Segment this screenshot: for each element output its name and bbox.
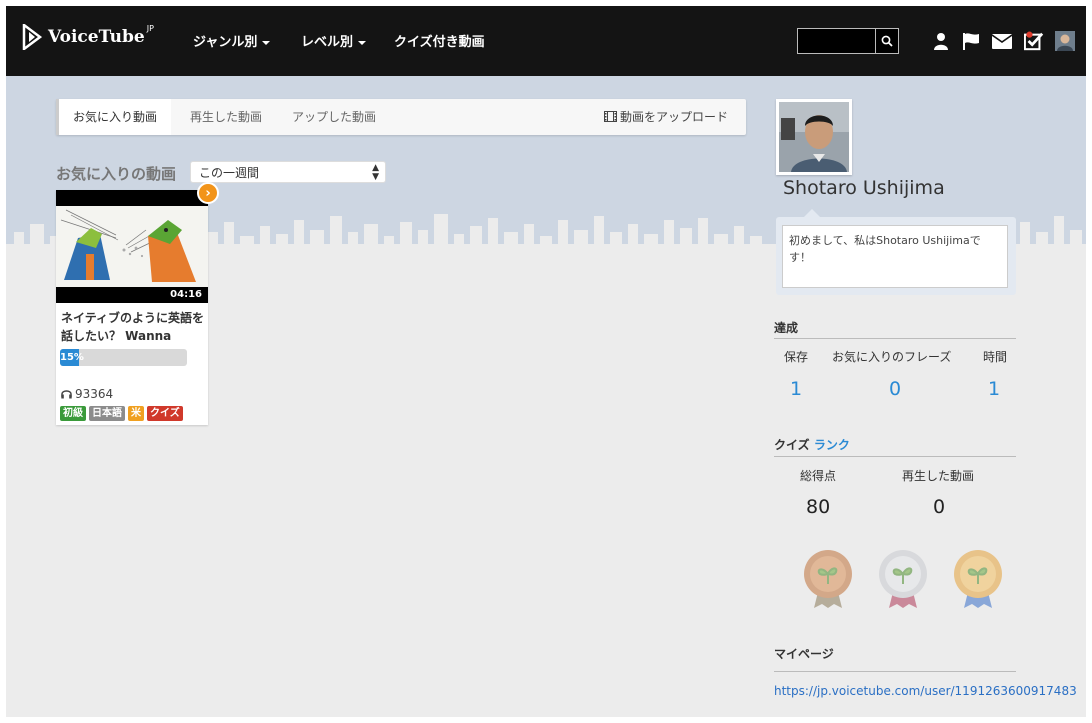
period-select-value: この一週間 [199, 166, 260, 180]
task-check-icon[interactable] [1024, 31, 1044, 51]
profile-bio-box: 初めまして、私はShotaro Ushijimaです！ [776, 209, 1016, 295]
period-select[interactable]: この一週間 ▲ ▼ [190, 161, 386, 183]
stat-saved-value[interactable]: 1 [790, 378, 802, 400]
stat-fav-phrases-label: お気に入りのフレーズ [832, 350, 952, 364]
user-avatar-icon[interactable] [1055, 31, 1075, 51]
tag-subtitle-language[interactable]: 日本語 [89, 406, 125, 421]
quiz-total-score-label: 総得点 [800, 469, 837, 483]
watch-progress-bar: 15% [60, 349, 187, 366]
view-count: 93364 [61, 387, 113, 401]
nav-level-dropdown[interactable]: レベル別 [301, 31, 367, 50]
stat-time-value[interactable]: 1 [988, 378, 1000, 400]
select-arrows-icon: ▲ ▼ [372, 163, 379, 182]
video-duration: 04:16 [170, 289, 202, 300]
video-title[interactable]: ネイティブのように英語を話したい？ Wanna [61, 309, 205, 345]
nav-genre-label: ジャンル別 [193, 35, 258, 50]
logo-region: JP [146, 23, 154, 33]
search-button[interactable] [875, 29, 898, 53]
stat-time-label: 時間 [983, 350, 1008, 364]
tab-favorite-videos[interactable]: お気に入り動画 [56, 99, 172, 135]
quiz-heading: クイズ ランク [774, 436, 850, 453]
divider [774, 671, 1016, 672]
top-navbar: VoiceTube JP ジャンル別 レベル別 クイズ付き動画 [6, 6, 1086, 76]
caret-down-icon [262, 40, 271, 45]
search-icon [881, 35, 893, 47]
divider [774, 338, 1016, 339]
achievements-heading: 達成 [774, 321, 799, 335]
flag-icon[interactable] [961, 31, 981, 51]
silver-medal-icon [879, 550, 927, 608]
logo-icon [22, 24, 42, 50]
profile-tabs: お気に入り動画 再生した動画 アップした動画 動画をアップロード [56, 99, 746, 135]
cartoon-thumbnail-image [56, 206, 208, 287]
video-thumbnail[interactable]: 04:16 [56, 190, 208, 303]
profile-avatar [776, 99, 852, 175]
tag-accent[interactable]: 米 [128, 406, 144, 421]
user-icon[interactable] [931, 31, 951, 51]
view-count-value: 93364 [75, 387, 114, 401]
video-card[interactable]: 04:16 ネイティブのように英語を話したい？ Wanna 15% 93364 … [56, 190, 208, 425]
nav-quiz-videos[interactable]: クイズ付き動画 [394, 31, 485, 50]
search-box [797, 28, 899, 54]
tab-uploaded-videos[interactable]: アップした動画 [278, 99, 390, 135]
next-arrow-icon[interactable]: › [197, 182, 219, 204]
divider [774, 456, 1016, 457]
mypage-heading: マイページ [774, 647, 834, 661]
page-frame: VoiceTube JP ジャンル別 レベル別 クイズ付き動画 お気に入り動画 … [6, 6, 1086, 717]
quiz-played-videos-label: 再生した動画 [902, 469, 975, 483]
gold-medal-icon [954, 550, 1002, 608]
nav-quiz-label: クイズ付き動画 [394, 35, 485, 50]
video-tags: 初級 日本語 米 クイズ [60, 406, 183, 421]
profile-bio: 初めまして、私はShotaro Ushijimaです！ [782, 225, 1008, 288]
tab-played-videos[interactable]: 再生した動画 [176, 99, 276, 135]
stat-fav-phrases-value[interactable]: 0 [889, 378, 901, 400]
mypage-url-link[interactable]: https://jp.voicetube.com/user/1191263600… [774, 684, 1077, 698]
mail-icon[interactable] [992, 31, 1012, 51]
profile-name: Shotaro Ushijima [783, 177, 945, 199]
upload-video-button[interactable]: 動画をアップロード [603, 99, 728, 135]
bronze-medal-icon [804, 550, 852, 608]
nav-genre-dropdown[interactable]: ジャンル別 [193, 31, 271, 50]
quiz-played-videos-value: 0 [933, 496, 946, 518]
quiz-rank-link[interactable]: ランク [814, 438, 850, 452]
watch-progress-fill: 15% [60, 349, 84, 366]
film-icon [603, 111, 617, 122]
profile-photo [779, 102, 849, 172]
upload-video-label: 動画をアップロード [619, 110, 728, 124]
tag-level[interactable]: 初級 [60, 406, 86, 421]
tag-quiz[interactable]: クイズ [147, 406, 183, 421]
nav-level-label: レベル別 [301, 35, 354, 50]
search-input[interactable] [798, 29, 880, 51]
caret-down-icon [358, 40, 367, 45]
quiz-heading-label: クイズ [774, 438, 810, 452]
headphones-icon [61, 390, 72, 399]
stat-saved-label: 保存 [784, 350, 809, 364]
logo[interactable]: VoiceTube JP [22, 24, 154, 50]
favorites-heading: お気に入りの動画 [56, 165, 177, 183]
quiz-total-score-value: 80 [806, 496, 831, 518]
logo-text: VoiceTube [48, 27, 145, 47]
